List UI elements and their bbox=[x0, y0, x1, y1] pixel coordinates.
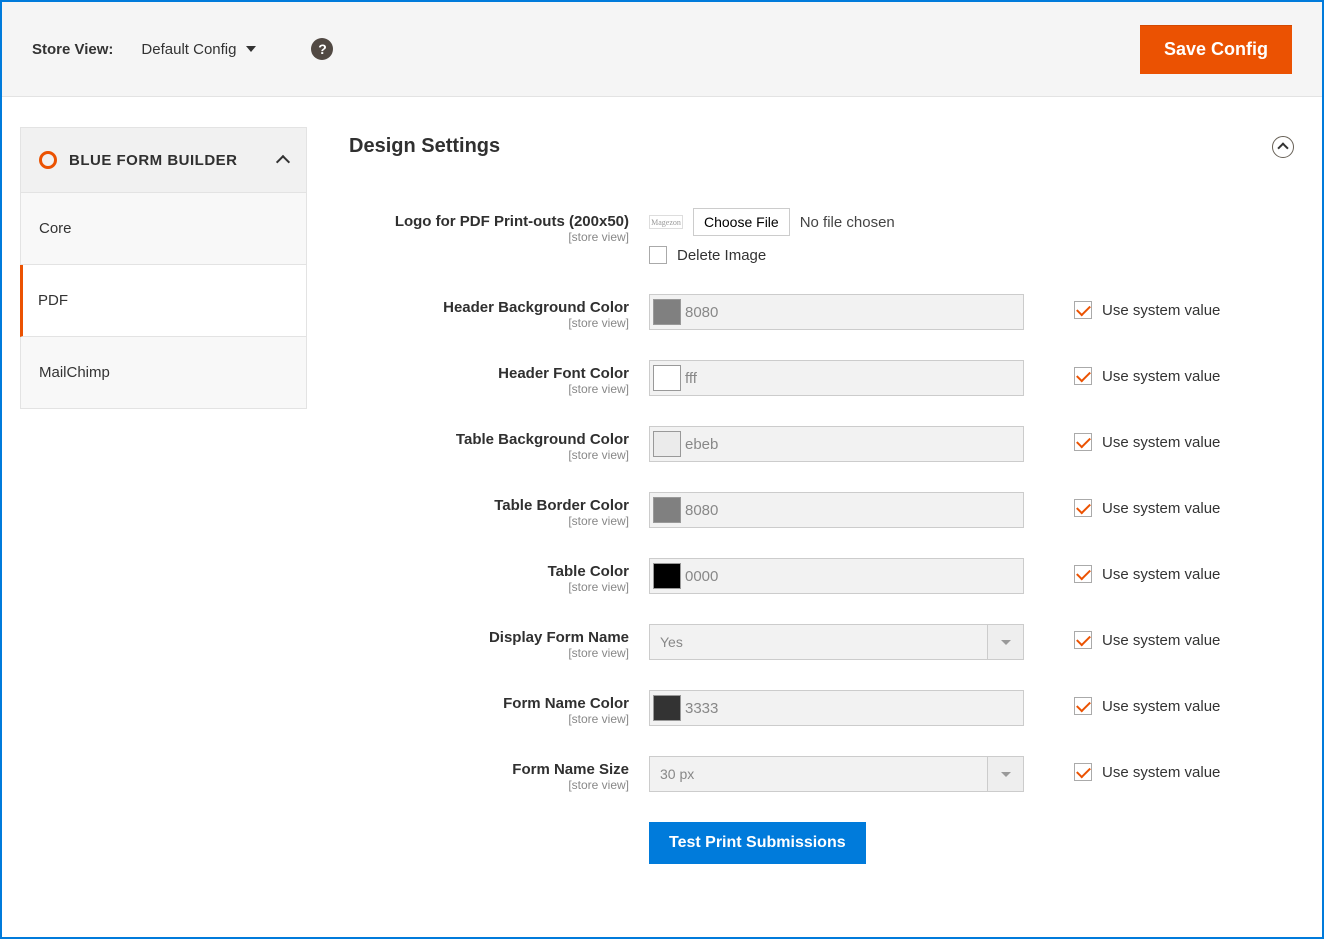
field-label: Table Border Color bbox=[349, 497, 629, 514]
use-system-value-label: Use system value bbox=[1102, 500, 1220, 517]
color-swatch bbox=[653, 563, 681, 589]
chevron-down-icon bbox=[987, 625, 1023, 659]
choose-file-button[interactable]: Choose File bbox=[693, 208, 790, 236]
color-input[interactable]: 8080 bbox=[649, 294, 1024, 330]
sidebar-item-pdf[interactable]: PDF bbox=[20, 265, 307, 337]
color-input[interactable]: 8080 bbox=[649, 492, 1024, 528]
field-scope: [store view] bbox=[349, 646, 629, 660]
field-label: Display Form Name bbox=[349, 629, 629, 646]
color-swatch bbox=[653, 695, 681, 721]
field-label: Table Background Color bbox=[349, 431, 629, 448]
field-scope: [store view] bbox=[349, 712, 629, 726]
field-label: Header Font Color bbox=[349, 365, 629, 382]
main-panel: Design Settings Logo for PDF Print-outs … bbox=[307, 127, 1304, 864]
sidebar: BLUE FORM BUILDER CorePDFMailChimp bbox=[20, 127, 307, 864]
field-row: Display Form Name[store view] Yes Use syst… bbox=[349, 624, 1294, 660]
store-view-value-text: Default Config bbox=[141, 41, 236, 58]
field-row: Header Background Color[store view] 8080 U… bbox=[349, 294, 1294, 330]
field-row: Table Color[store view] 0000 Use system va… bbox=[349, 558, 1294, 594]
field-scope: [store view] bbox=[349, 316, 629, 330]
field-row: Form Name Size[store view] 30 px Use syste… bbox=[349, 756, 1294, 792]
section-title-row[interactable]: Design Settings bbox=[349, 135, 1294, 158]
use-system-value-checkbox[interactable] bbox=[1074, 763, 1092, 781]
use-system-value-label: Use system value bbox=[1102, 698, 1220, 715]
field-label: Form Name Size bbox=[349, 761, 629, 778]
sidebar-section-header[interactable]: BLUE FORM BUILDER bbox=[20, 127, 307, 193]
topbar: Store View: Default Config ? Save Config bbox=[2, 2, 1322, 97]
color-input[interactable]: ebeb bbox=[649, 426, 1024, 462]
use-system-value-checkbox[interactable] bbox=[1074, 697, 1092, 715]
use-system-value-checkbox[interactable] bbox=[1074, 433, 1092, 451]
use-system-value-checkbox[interactable] bbox=[1074, 367, 1092, 385]
test-print-button[interactable]: Test Print Submissions bbox=[649, 822, 866, 864]
use-system-value-checkbox[interactable] bbox=[1074, 631, 1092, 649]
use-system-value-checkbox[interactable] bbox=[1074, 565, 1092, 583]
field-label: Header Background Color bbox=[349, 299, 629, 316]
circle-icon bbox=[39, 151, 57, 169]
sidebar-item-mailchimp[interactable]: MailChimp bbox=[20, 337, 307, 409]
field-label: Form Name Color bbox=[349, 695, 629, 712]
select-input[interactable]: 30 px bbox=[649, 756, 1024, 792]
field-scope: [store view] bbox=[349, 382, 629, 396]
chevron-down-icon bbox=[987, 757, 1023, 791]
use-system-value-label: Use system value bbox=[1102, 632, 1220, 649]
field-scope: [store view] bbox=[349, 448, 629, 462]
sidebar-item-core[interactable]: Core bbox=[20, 193, 307, 265]
color-value: 8080 bbox=[685, 502, 718, 519]
color-swatch bbox=[653, 365, 681, 391]
store-view-dropdown[interactable]: Default Config bbox=[141, 41, 256, 58]
no-file-text: No file chosen bbox=[800, 214, 895, 231]
color-input[interactable]: fff bbox=[649, 360, 1024, 396]
field-label: Logo for PDF Print-outs (200x50) bbox=[349, 213, 629, 230]
color-value: 3333 bbox=[685, 700, 718, 717]
field-row: Form Name Color[store view] 3333 Use syste… bbox=[349, 690, 1294, 726]
color-value: ebeb bbox=[685, 436, 718, 453]
select-value: 30 px bbox=[660, 766, 694, 782]
select-input[interactable]: Yes bbox=[649, 624, 1024, 660]
logo-thumbnail[interactable]: Magezon bbox=[649, 215, 683, 229]
field-row: Table Background Color[store view] ebeb Us… bbox=[349, 426, 1294, 462]
use-system-value-label: Use system value bbox=[1102, 566, 1220, 583]
color-input[interactable]: 0000 bbox=[649, 558, 1024, 594]
field-scope: [store view] bbox=[349, 230, 629, 244]
color-value: fff bbox=[685, 370, 697, 387]
section-title: Design Settings bbox=[349, 135, 500, 158]
content: BLUE FORM BUILDER CorePDFMailChimp Desig… bbox=[2, 97, 1322, 864]
color-value: 0000 bbox=[685, 568, 718, 585]
color-input[interactable]: 3333 bbox=[649, 690, 1024, 726]
help-icon[interactable]: ? bbox=[311, 38, 333, 60]
delete-image-checkbox[interactable] bbox=[649, 246, 667, 264]
select-value: Yes bbox=[660, 634, 683, 650]
field-label: Table Color bbox=[349, 563, 629, 580]
field-scope: [store view] bbox=[349, 580, 629, 594]
store-view-label: Store View: bbox=[32, 41, 113, 58]
chevron-down-icon bbox=[246, 46, 256, 52]
chevron-up-icon bbox=[276, 155, 290, 169]
field-row-logo: Logo for PDF Print-outs (200x50) [store … bbox=[349, 208, 1294, 264]
field-scope: [store view] bbox=[349, 778, 629, 792]
field-row: Header Font Color[store view] fff Use syst… bbox=[349, 360, 1294, 396]
use-system-value-label: Use system value bbox=[1102, 764, 1220, 781]
color-value: 8080 bbox=[685, 304, 718, 321]
color-swatch bbox=[653, 299, 681, 325]
use-system-value-label: Use system value bbox=[1102, 434, 1220, 451]
sidebar-title: BLUE FORM BUILDER bbox=[69, 152, 238, 169]
save-config-button[interactable]: Save Config bbox=[1140, 25, 1292, 74]
delete-image-label: Delete Image bbox=[677, 247, 766, 264]
field-row: Table Border Color[store view] 8080 Use sy… bbox=[349, 492, 1294, 528]
field-scope: [store view] bbox=[349, 514, 629, 528]
color-swatch bbox=[653, 497, 681, 523]
collapse-toggle-icon[interactable] bbox=[1272, 136, 1294, 158]
use-system-value-label: Use system value bbox=[1102, 302, 1220, 319]
use-system-value-label: Use system value bbox=[1102, 368, 1220, 385]
color-swatch bbox=[653, 431, 681, 457]
use-system-value-checkbox[interactable] bbox=[1074, 499, 1092, 517]
use-system-value-checkbox[interactable] bbox=[1074, 301, 1092, 319]
